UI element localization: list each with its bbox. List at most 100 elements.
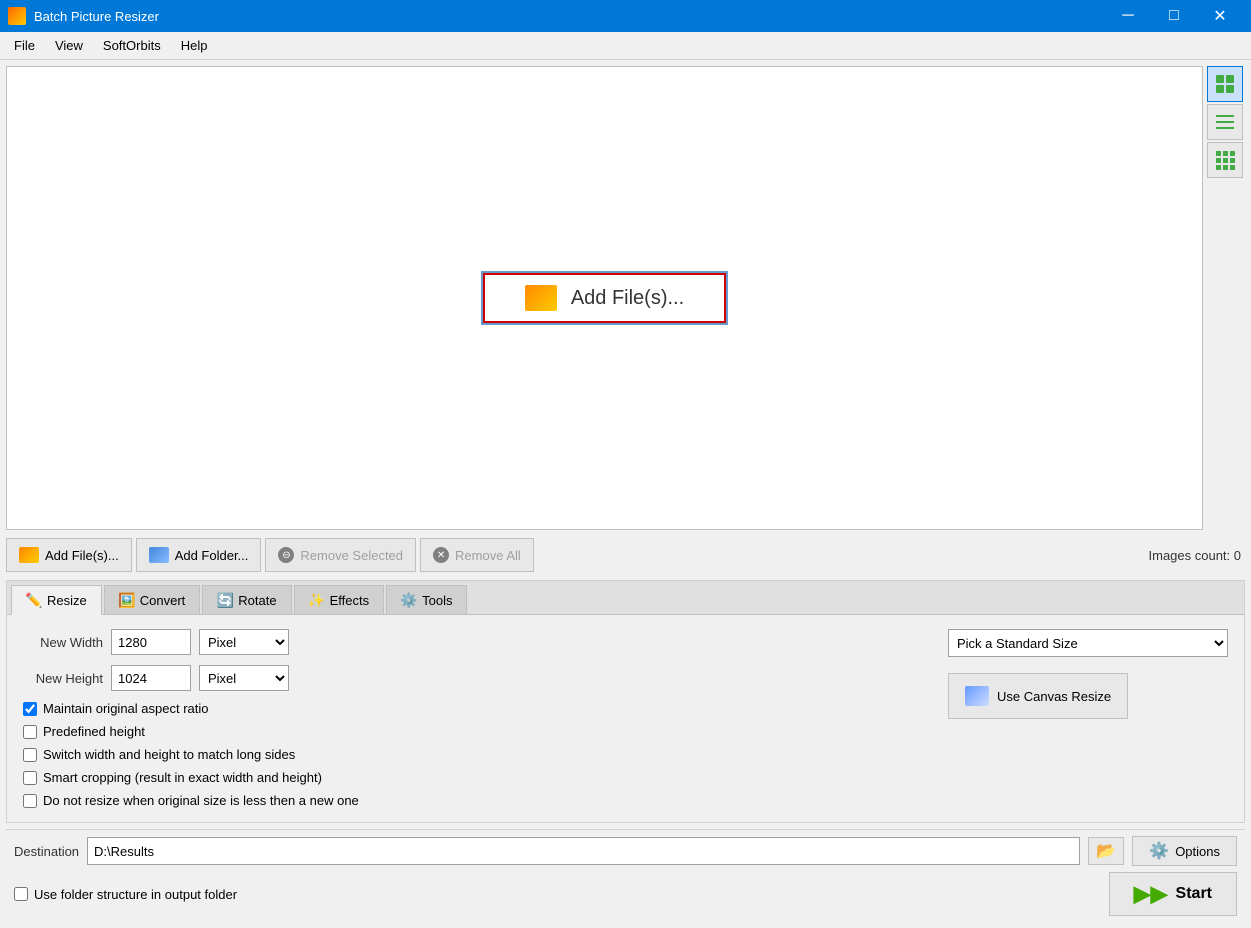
- tab-rotate-label: Rotate: [238, 593, 276, 608]
- remove-selected-icon: ⊖: [278, 547, 294, 563]
- resize-content: New Width Pixel Percent Inch cm New Heig…: [23, 629, 1228, 808]
- options-label: Options: [1175, 844, 1220, 859]
- add-files-big-label: Add File(s)...: [571, 287, 684, 310]
- use-folder-row: Use folder structure in output folder: [14, 887, 237, 902]
- menu-softorbits[interactable]: SoftOrbits: [93, 34, 171, 57]
- destination-label: Destination: [14, 844, 79, 859]
- bottom-row: Use folder structure in output folder ▶▶…: [14, 872, 1237, 916]
- add-folder-button[interactable]: Add Folder...: [136, 538, 262, 572]
- tab-content-resize: New Width Pixel Percent Inch cm New Heig…: [7, 615, 1244, 822]
- use-folder-label: Use folder structure in output folder: [34, 887, 237, 902]
- close-button[interactable]: ✕: [1197, 0, 1243, 32]
- maintain-aspect-label: Maintain original aspect ratio: [43, 701, 208, 716]
- remove-all-label: Remove All: [455, 548, 521, 563]
- options-button[interactable]: ⚙️ Options: [1132, 836, 1237, 866]
- file-list-area: Add File(s)...: [6, 66, 1245, 530]
- checkboxes-area: Maintain original aspect ratio Predefine…: [23, 701, 928, 808]
- images-count: Images count: 0: [1149, 548, 1246, 563]
- maximize-button[interactable]: □: [1151, 0, 1197, 32]
- remove-all-icon: ✕: [433, 547, 449, 563]
- destination-input[interactable]: [87, 837, 1080, 865]
- window-controls: ─ □ ✕: [1105, 0, 1243, 32]
- tab-convert-label: Convert: [140, 593, 186, 608]
- tab-convert[interactable]: 🖼️ Convert: [104, 585, 201, 614]
- add-files-label: Add File(s)...: [45, 548, 119, 563]
- view-buttons: [1207, 66, 1245, 530]
- minimize-button[interactable]: ─: [1105, 0, 1151, 32]
- remove-selected-label: Remove Selected: [300, 548, 403, 563]
- app-icon: [8, 7, 26, 25]
- new-height-input[interactable]: [111, 665, 191, 691]
- canvas-resize-icon: [965, 686, 989, 706]
- menubar: File View SoftOrbits Help: [0, 32, 1251, 60]
- smart-crop-checkbox[interactable]: [23, 771, 37, 785]
- new-height-label: New Height: [23, 671, 103, 686]
- resize-left-controls: New Width Pixel Percent Inch cm New Heig…: [23, 629, 928, 808]
- canvas-resize-button[interactable]: Use Canvas Resize: [948, 673, 1128, 719]
- tab-resize[interactable]: ✏️ Resize: [11, 585, 102, 615]
- smart-crop-label: Smart cropping (result in exact width an…: [43, 770, 322, 785]
- toolbar: Add File(s)... Add Folder... ⊖ Remove Se…: [6, 536, 1245, 574]
- add-files-button[interactable]: Add File(s)...: [6, 538, 132, 572]
- tab-tools-label: Tools: [422, 593, 452, 608]
- app-title: Batch Picture Resizer: [34, 9, 159, 24]
- tab-resize-label: Resize: [47, 593, 87, 608]
- remove-selected-button[interactable]: ⊖ Remove Selected: [265, 538, 416, 572]
- switch-sides-row: Switch width and height to match long si…: [23, 747, 928, 762]
- add-files-big-icon: [525, 285, 557, 311]
- rotate-tab-icon: 🔄: [217, 592, 233, 608]
- predefined-height-checkbox[interactable]: [23, 725, 37, 739]
- titlebar: Batch Picture Resizer ─ □ ✕: [0, 0, 1251, 32]
- predefined-height-label: Predefined height: [43, 724, 145, 739]
- convert-tab-icon: 🖼️: [119, 592, 135, 608]
- maintain-aspect-row: Maintain original aspect ratio: [23, 701, 928, 716]
- height-row: New Height Pixel Percent Inch cm: [23, 665, 928, 691]
- file-list-panel: Add File(s)...: [6, 66, 1203, 530]
- start-label: Start: [1176, 885, 1212, 903]
- no-resize-label: Do not resize when original size is less…: [43, 793, 359, 808]
- browse-icon: 📂: [1096, 841, 1116, 861]
- start-button[interactable]: ▶▶ Start: [1109, 872, 1237, 916]
- switch-sides-label: Switch width and height to match long si…: [43, 747, 295, 762]
- maintain-aspect-checkbox[interactable]: [23, 702, 37, 716]
- tools-tab-icon: ⚙️: [401, 592, 417, 608]
- tab-tools[interactable]: ⚙️ Tools: [386, 585, 467, 614]
- thumbnails-icon: [1215, 74, 1235, 94]
- new-width-input[interactable]: [111, 629, 191, 655]
- grid-icon: [1215, 150, 1235, 170]
- remove-all-button[interactable]: ✕ Remove All: [420, 538, 534, 572]
- predefined-height-row: Predefined height: [23, 724, 928, 739]
- tabs: ✏️ Resize 🖼️ Convert 🔄 Rotate ✨ Effects …: [7, 581, 1244, 615]
- use-folder-checkbox[interactable]: [14, 887, 28, 901]
- width-unit-select[interactable]: Pixel Percent Inch cm: [199, 629, 289, 655]
- start-arrow-icon: ▶▶: [1134, 881, 1168, 907]
- add-files-icon: [19, 547, 39, 563]
- tab-effects-label: Effects: [330, 593, 370, 608]
- no-resize-checkbox[interactable]: [23, 794, 37, 808]
- bottom-controls: Destination 📂 ⚙️ Options Use folder stru…: [6, 829, 1245, 922]
- resize-right-controls: Pick a Standard Size 640 × 480 800 × 600…: [948, 629, 1228, 808]
- menu-view[interactable]: View: [45, 34, 93, 57]
- add-folder-label: Add Folder...: [175, 548, 249, 563]
- menu-help[interactable]: Help: [171, 34, 218, 57]
- add-folder-icon: [149, 547, 169, 563]
- tab-rotate[interactable]: 🔄 Rotate: [202, 585, 291, 614]
- destination-browse-button[interactable]: 📂: [1088, 837, 1124, 865]
- main-container: Add File(s)...: [0, 60, 1251, 928]
- bottom-panel: ✏️ Resize 🖼️ Convert 🔄 Rotate ✨ Effects …: [6, 580, 1245, 823]
- smart-crop-row: Smart cropping (result in exact width an…: [23, 770, 928, 785]
- no-resize-row: Do not resize when original size is less…: [23, 793, 928, 808]
- standard-size-select[interactable]: Pick a Standard Size 640 × 480 800 × 600…: [948, 629, 1228, 657]
- width-row: New Width Pixel Percent Inch cm: [23, 629, 928, 655]
- canvas-resize-label: Use Canvas Resize: [997, 689, 1111, 704]
- view-list-button[interactable]: [1207, 104, 1243, 140]
- menu-file[interactable]: File: [4, 34, 45, 57]
- add-files-big-button[interactable]: Add File(s)...: [482, 272, 727, 324]
- switch-sides-checkbox[interactable]: [23, 748, 37, 762]
- tab-effects[interactable]: ✨ Effects: [294, 585, 385, 614]
- gear-icon: ⚙️: [1149, 841, 1169, 861]
- height-unit-select[interactable]: Pixel Percent Inch cm: [199, 665, 289, 691]
- resize-tab-icon: ✏️: [26, 592, 42, 608]
- view-thumbnails-button[interactable]: [1207, 66, 1243, 102]
- view-grid-button[interactable]: [1207, 142, 1243, 178]
